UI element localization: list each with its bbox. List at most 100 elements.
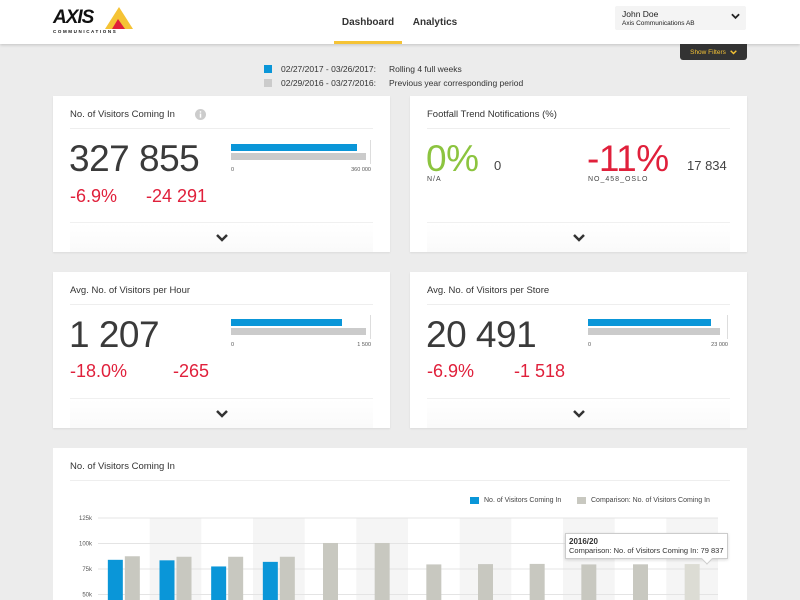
previous-period-bar [231, 328, 367, 335]
bar-current[interactable] [262, 561, 278, 600]
footfall-left-label: N/A [427, 176, 442, 183]
kpi-value: 327 855 [69, 138, 200, 179]
bar-comparison[interactable] [323, 542, 338, 600]
chevron-down-icon [731, 13, 740, 20]
divider [427, 304, 730, 305]
chart-card-visitors-coming-in: No. of Visitors Coming In No. of Visitor… [53, 448, 747, 600]
bar-comparison[interactable] [633, 564, 648, 600]
bar-comparison[interactable] [176, 556, 192, 600]
bar-comparison[interactable] [684, 564, 700, 600]
expand-button[interactable] [70, 222, 373, 252]
delta-absolute: -24 291 [146, 186, 208, 206]
current-period-bar [231, 319, 343, 326]
card-visitors-per-store: Avg. No. of Visitors per Store 20 491 -6… [410, 272, 747, 428]
previous-period-description: Previous year corresponding period [389, 78, 524, 88]
info-icon[interactable] [195, 109, 206, 120]
active-tab-indicator [334, 41, 402, 44]
delta-percent: -6.9% [70, 186, 118, 206]
previous-period-dates: 02/29/2016 - 03/27/2016: [281, 78, 376, 88]
axis-min-label: 0 [231, 342, 235, 348]
current-period-bar [231, 144, 357, 151]
current-period-description: Rolling 4 full weeks [389, 64, 462, 74]
expand-button[interactable] [70, 398, 373, 428]
comparison-bar-chart: 0 1 500 [231, 315, 371, 359]
kpi-value: 20 491 [426, 314, 537, 355]
chevron-down-icon [215, 410, 228, 418]
divider [70, 128, 373, 129]
bar-comparison[interactable] [228, 556, 244, 600]
footfall-right-percent: -11% [587, 138, 669, 179]
user-menu[interactable]: John Doe Axis Communications AB [615, 6, 746, 30]
bar-current[interactable] [107, 559, 123, 600]
bar-comparison[interactable] [581, 564, 597, 600]
previous-period-swatch [264, 79, 272, 87]
logo-text: AXIS [53, 7, 94, 28]
footfall-right-count: 17 834 [687, 158, 727, 173]
footfall-left-count: 0 [494, 158, 502, 173]
axis-logo[interactable]: AXIS COMMUNICATIONS [53, 7, 135, 37]
comparison-bar-chart: 0 360 000 [231, 140, 371, 184]
footfall-left-percent: 0% [426, 138, 479, 179]
period-legend-previous: 02/29/2016 - 03/27/2016: Previous year c… [264, 76, 523, 90]
period-legend: 02/27/2017 - 03/26/2017: Rolling 4 full … [264, 62, 523, 90]
card-visitors-per-hour: Avg. No. of Visitors per Hour 1 207 -18.… [53, 272, 390, 428]
card-title: Footfall Trend Notifications (%) [427, 109, 557, 120]
top-bar: AXIS COMMUNICATIONS Dashboard Analytics … [0, 0, 800, 44]
card-title: No. of Visitors Coming In [70, 109, 175, 120]
chart-band [253, 518, 305, 600]
y-tick-label: 50k [82, 593, 93, 599]
y-tick-label: 75k [82, 567, 93, 573]
kpi-value: 1 207 [69, 314, 160, 355]
axis-line [370, 315, 371, 339]
axis-min-label: 0 [588, 342, 592, 348]
tooltip-title: 2016/20 [569, 537, 598, 546]
footfall-right-label: NO_458_OSLO [588, 176, 649, 183]
tooltip-text: Comparison: No. of Visitors Coming In: 7… [569, 546, 724, 555]
delta-percent: -18.0% [70, 361, 128, 381]
chevron-down-icon [572, 234, 585, 242]
expand-button[interactable] [427, 398, 730, 428]
period-legend-current: 02/27/2017 - 03/26/2017: Rolling 4 full … [264, 62, 523, 76]
chevron-down-icon [215, 234, 228, 242]
bar-comparison[interactable] [529, 563, 545, 600]
logo-triangle-icon [105, 7, 133, 29]
axis-line [370, 140, 371, 164]
expand-button[interactable] [427, 222, 730, 252]
bar-comparison[interactable] [124, 556, 140, 600]
card-footfall-trend: Footfall Trend Notifications (%) 0% 0 N/… [410, 96, 747, 252]
chart-tooltip: 2016/20 Comparison: No. of Visitors Comi… [565, 533, 728, 565]
y-tick-label: 125k [79, 516, 93, 522]
nav-tab-dashboard[interactable]: Dashboard [334, 0, 402, 44]
current-period-dates: 02/27/2017 - 03/26/2017: [281, 64, 376, 74]
divider [427, 128, 730, 129]
delta-absolute: -265 [173, 361, 210, 381]
card-title: Avg. No. of Visitors per Hour [70, 285, 191, 296]
axis-max-label: 1 500 [357, 342, 371, 348]
axis-max-label: 23 000 [711, 342, 728, 348]
axis-min-label: 0 [231, 167, 235, 173]
delta-absolute: -1 518 [514, 361, 566, 381]
bar-comparison[interactable] [374, 542, 390, 600]
logo-subtext: COMMUNICATIONS [53, 29, 118, 34]
previous-period-bar [588, 328, 721, 335]
bar-comparison[interactable] [478, 564, 493, 600]
card-title: Avg. No. of Visitors per Store [427, 285, 550, 296]
divider [70, 304, 373, 305]
show-filters-button[interactable]: Show Filters [680, 44, 747, 60]
chevron-down-icon [730, 49, 737, 55]
y-tick-label: 100k [79, 542, 93, 548]
axis-max-label: 360 000 [351, 167, 371, 173]
bar-comparison[interactable] [426, 564, 442, 600]
comparison-bar-chart: 0 23 000 [588, 315, 728, 359]
nav-tab-analytics[interactable]: Analytics [408, 0, 462, 44]
previous-period-bar [231, 153, 366, 160]
bar-current[interactable] [211, 566, 227, 600]
bar-comparison[interactable] [279, 556, 295, 600]
user-organization: Axis Communications AB [622, 20, 695, 27]
show-filters-label: Show Filters [690, 48, 726, 56]
axis-line [727, 315, 728, 339]
card-visitors-coming-in: No. of Visitors Coming In 327 855 -6.9% … [53, 96, 390, 252]
delta-percent: -6.9% [427, 361, 475, 381]
current-period-swatch [264, 65, 272, 73]
bar-current[interactable] [159, 560, 175, 600]
